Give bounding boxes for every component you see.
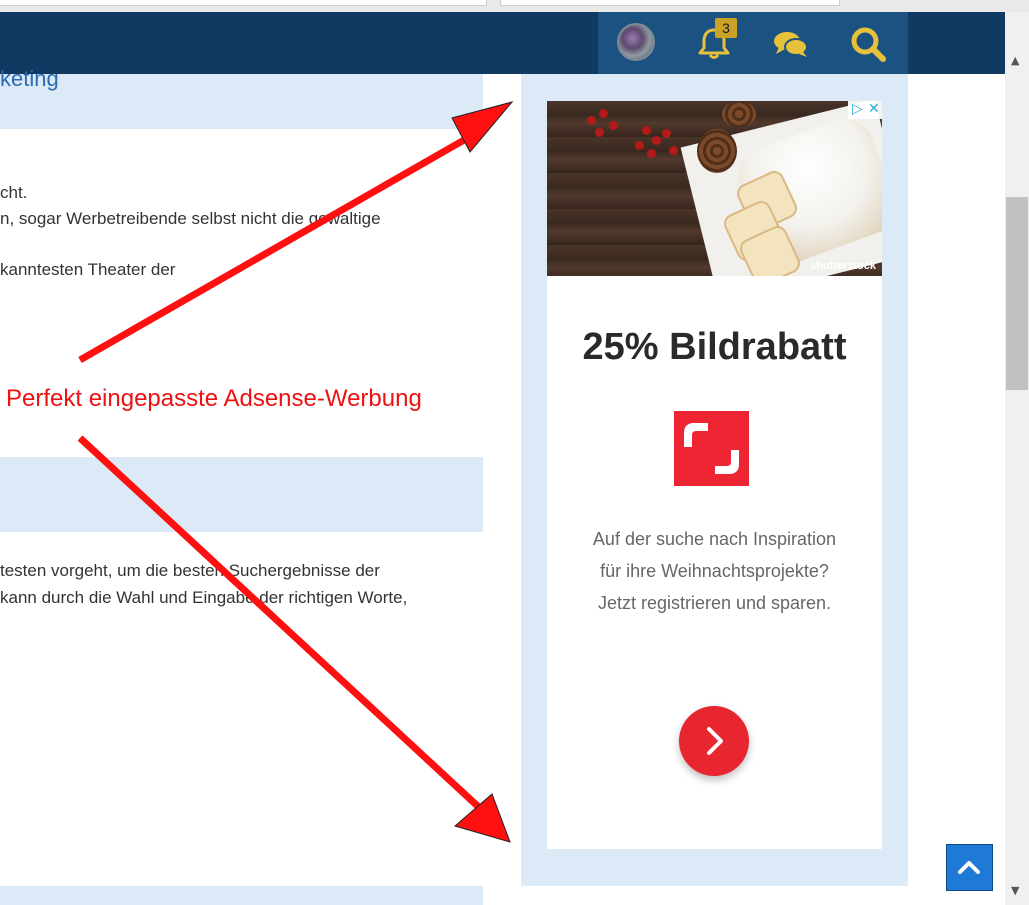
paragraph-line: kann durch die Wahl und Eingabe der rich… [0,588,408,607]
berry [642,126,651,135]
user-avatar[interactable] [617,23,655,61]
berry [662,129,671,138]
annotation-label: Perfekt eingepasste Adsense-Werbung [6,385,422,412]
chevron-up-icon [958,861,980,874]
pinecone [722,101,756,127]
chevron-right-icon [707,727,723,755]
scroll-up-arrow-icon[interactable]: ▲ [1011,54,1019,67]
scrollbar-thumb[interactable] [1006,197,1028,390]
search-icon[interactable] [848,24,888,64]
ad-body-line[interactable]: Jetzt registrieren und sparen. [547,593,882,614]
scroll-down-arrow-icon[interactable]: ▼ [1011,884,1019,897]
section-heading-band [0,886,483,905]
notification-count-badge: 3 [715,18,737,38]
adchoices-bar[interactable]: ▷ ✕ [848,101,882,119]
image-watermark: shutterstock [809,260,876,272]
search-field[interactable] [500,0,840,6]
berry [609,121,618,130]
paragraph-line: cht. [0,183,28,202]
berry [669,146,678,155]
ad-body-line[interactable]: Auf der suche nach Inspiration [547,529,882,550]
berry [635,141,644,150]
ad-headline[interactable]: 25% Bildrabatt [547,326,882,369]
shutterstock-logo-icon[interactable] [674,411,749,486]
paragraph-line: n, sogar Werbetreibende selbst nicht die… [0,209,381,228]
paragraph-line: kanntesten Theater der [0,260,176,279]
ad-image[interactable]: shutterstock ▷ ✕ [547,101,882,276]
header-icon-group: 3 [598,12,908,74]
address-field[interactable] [0,0,487,6]
berry [647,149,656,158]
arrow-down-head [453,793,511,843]
ad-cta-button[interactable] [679,706,749,776]
pinecone [697,129,737,173]
section-heading-band [0,457,483,532]
arrow-up-line [78,128,480,364]
ad-body-line[interactable]: für ihre Weihnachtsprojekte? [547,561,882,582]
chat-icon[interactable] [771,24,811,64]
browser-toolbar [0,0,1029,12]
site-header: 3 [0,12,1005,74]
section-heading[interactable]: keting [0,66,59,92]
paragraph-line: testen vorgeht, um die besten Suchergebn… [0,561,380,580]
adsense-ad[interactable]: shutterstock ▷ ✕ 25% Bildrabatt Auf der … [547,101,882,849]
back-to-top-button[interactable] [946,844,993,891]
berry [599,109,608,118]
adchoices-icon[interactable]: ▷ [852,101,863,117]
berry [595,128,604,137]
berry [652,136,661,145]
vertical-scrollbar[interactable]: ▲ ▼ [1005,12,1029,905]
close-icon[interactable]: ✕ [868,101,880,117]
berry [587,116,596,125]
section-heading-band [0,74,483,129]
